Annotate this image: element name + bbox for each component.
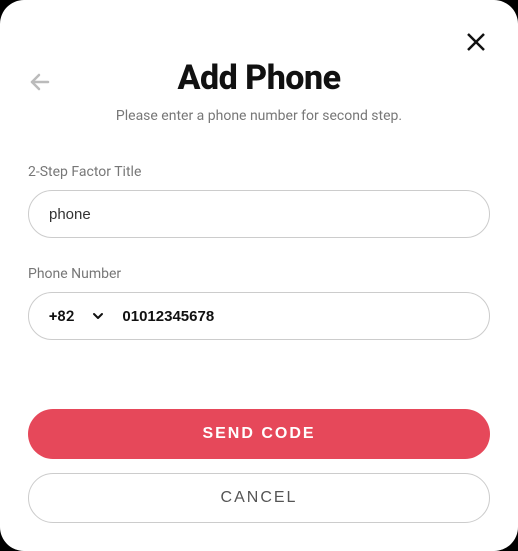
add-phone-modal: Add Phone Please enter a phone number fo… bbox=[0, 0, 518, 551]
title-label: 2-Step Factor Title bbox=[28, 164, 490, 180]
title-field-group: 2-Step Factor Title bbox=[28, 164, 490, 238]
phone-input[interactable] bbox=[122, 308, 469, 325]
phone-field-group: Phone Number +82 bbox=[28, 266, 490, 340]
title-input-wrapper bbox=[28, 190, 490, 238]
send-code-button[interactable]: SEND CODE bbox=[28, 409, 490, 459]
chevron-down-icon bbox=[92, 310, 104, 322]
modal-actions: SEND CODE CANCEL bbox=[28, 409, 490, 523]
back-button[interactable] bbox=[28, 70, 52, 94]
country-code-selector[interactable]: +82 bbox=[49, 307, 122, 325]
page-title: Add Phone bbox=[28, 58, 490, 98]
cancel-button[interactable]: CANCEL bbox=[28, 473, 490, 523]
modal-header: Add Phone Please enter a phone number fo… bbox=[28, 58, 490, 124]
close-icon bbox=[464, 30, 488, 54]
phone-label: Phone Number bbox=[28, 266, 490, 282]
phone-form: 2-Step Factor Title Phone Number +82 bbox=[28, 164, 490, 340]
title-input[interactable] bbox=[49, 206, 469, 223]
phone-input-wrapper: +82 bbox=[28, 292, 490, 340]
page-subtitle: Please enter a phone number for second s… bbox=[28, 108, 490, 124]
close-button[interactable] bbox=[464, 30, 488, 54]
arrow-left-icon bbox=[28, 70, 52, 94]
country-code-value: +82 bbox=[49, 307, 74, 325]
